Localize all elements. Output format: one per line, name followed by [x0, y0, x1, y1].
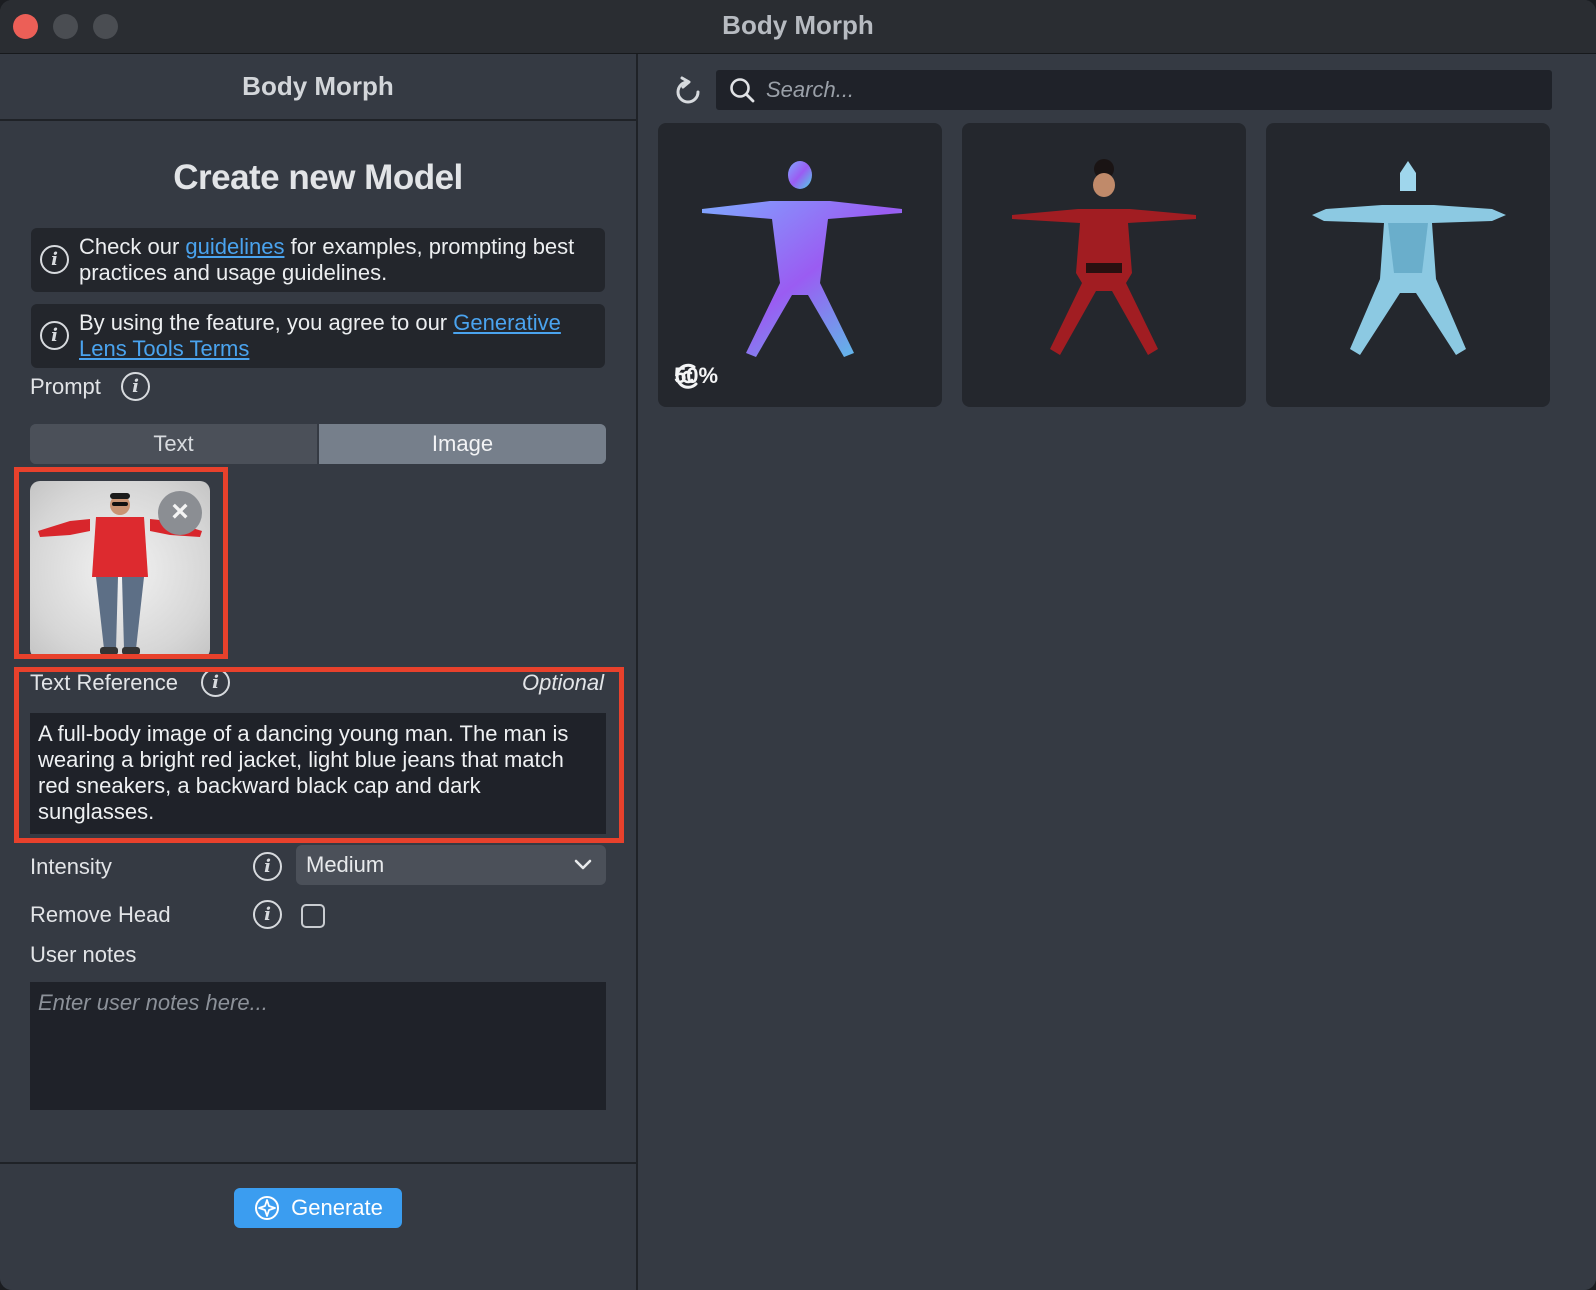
- panel-header: Body Morph: [0, 54, 636, 121]
- loading-spinner-icon: [675, 363, 698, 389]
- gallery-panel: 50%: [640, 54, 1596, 1290]
- page-title: Create new Model: [173, 158, 463, 197]
- intensity-selected-value: Medium: [306, 852, 385, 877]
- search-input[interactable]: [766, 70, 1536, 110]
- intensity-select[interactable]: Medium: [296, 845, 606, 885]
- info-icon: i: [40, 321, 69, 350]
- guidelines-info-box: i Check our guidelines for examples, pro…: [31, 228, 605, 292]
- model-card-2[interactable]: [962, 123, 1246, 407]
- guidelines-text-before: Check our: [79, 234, 186, 259]
- generation-progress: 50%: [674, 363, 718, 389]
- panel-header-title: Body Morph: [242, 71, 394, 101]
- prompt-label: Prompt: [30, 374, 101, 399]
- intensity-info-icon[interactable]: i: [253, 852, 282, 881]
- tab-image[interactable]: Image: [319, 424, 606, 464]
- highlight-box-image: [14, 467, 228, 659]
- info-icon: i: [40, 245, 69, 274]
- terms-info-box: i By using the feature, you agree to our…: [31, 304, 605, 368]
- remove-head-info-icon[interactable]: i: [253, 900, 282, 929]
- footer-divider: [0, 1162, 636, 1164]
- model-card-3[interactable]: [1266, 123, 1550, 407]
- user-notes-label: User notes: [30, 942, 137, 967]
- remove-head-checkbox[interactable]: [301, 904, 325, 928]
- model-preview-ice-armor: [1312, 161, 1506, 355]
- prompt-info-icon[interactable]: i: [121, 372, 150, 401]
- search-bar: [716, 70, 1552, 110]
- create-panel: Body Morph Create new Model i Check our …: [0, 54, 638, 1290]
- generate-button[interactable]: Generate: [234, 1188, 402, 1228]
- prompt-type-tabs: Text Image: [30, 424, 606, 464]
- user-notes-input[interactable]: [30, 982, 606, 1110]
- model-preview-red-outfit: [1012, 159, 1196, 355]
- highlight-box-text-reference: [14, 667, 624, 843]
- refresh-icon[interactable]: [670, 74, 706, 110]
- intensity-label: Intensity: [30, 854, 112, 879]
- titlebar: Body Morph: [0, 0, 1596, 54]
- window-title: Body Morph: [722, 10, 874, 40]
- sparkle-icon: [255, 1196, 280, 1220]
- tab-text[interactable]: Text: [30, 424, 319, 464]
- app-window: Body Morph Body Morph Create new Model i…: [0, 0, 1596, 1290]
- search-icon: [730, 78, 755, 103]
- guidelines-link[interactable]: guidelines: [185, 234, 284, 259]
- terms-text-before: By using the feature, you agree to our: [79, 310, 454, 335]
- remove-head-label: Remove Head: [30, 902, 171, 927]
- generate-label: Generate: [291, 1195, 383, 1220]
- model-card-1[interactable]: 50%: [658, 123, 942, 407]
- chevron-down-icon: [574, 859, 592, 870]
